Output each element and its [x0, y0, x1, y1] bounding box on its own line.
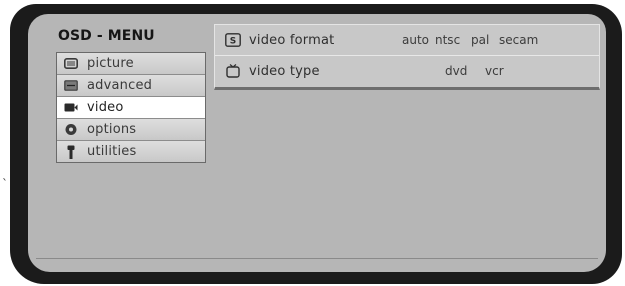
- setting-label: video type: [249, 63, 320, 79]
- picture-icon: [63, 57, 79, 70]
- osd-screen: OSD - MENU picture advanced video option…: [28, 14, 606, 272]
- option-vcr[interactable]: vcr: [485, 64, 504, 78]
- stray-mark: `: [2, 177, 8, 191]
- video-type-icon: [225, 64, 241, 78]
- menu-item-utilities[interactable]: utilities: [57, 141, 205, 162]
- menu-item-label: picture: [87, 56, 134, 71]
- menu-item-label: advanced: [87, 78, 153, 93]
- osd-title: OSD - MENU: [58, 28, 155, 44]
- svg-text:S: S: [230, 37, 236, 47]
- footer-divider: [36, 258, 598, 259]
- setting-row-video-format[interactable]: S video format auto ntsc pal secam: [215, 25, 599, 56]
- setting-row-video-type[interactable]: video type dvd vcr: [215, 56, 599, 86]
- utilities-icon: [63, 145, 79, 159]
- settings-panel: S video format auto ntsc pal secam video…: [214, 24, 600, 90]
- tv-bezel: OSD - MENU picture advanced video option…: [10, 4, 622, 284]
- option-pal[interactable]: pal: [471, 33, 489, 47]
- option-auto[interactable]: auto: [402, 33, 429, 47]
- menu-item-label: options: [87, 122, 137, 137]
- option-dvd[interactable]: dvd: [445, 64, 467, 78]
- menu-item-advanced[interactable]: advanced: [57, 75, 205, 97]
- menu-item-options[interactable]: options: [57, 119, 205, 141]
- menu-item-video[interactable]: video: [57, 97, 205, 119]
- option-ntsc[interactable]: ntsc: [435, 33, 460, 47]
- osd-menu: picture advanced video options utilities: [56, 52, 206, 163]
- setting-label: video format: [249, 32, 335, 48]
- menu-item-label: video: [87, 100, 124, 115]
- menu-item-label: utilities: [87, 144, 137, 159]
- advanced-icon: [63, 79, 79, 92]
- video-format-icon: S: [225, 33, 241, 47]
- option-secam[interactable]: secam: [499, 33, 538, 47]
- video-icon: [63, 101, 79, 114]
- options-icon: [63, 123, 79, 136]
- menu-item-picture[interactable]: picture: [57, 53, 205, 75]
